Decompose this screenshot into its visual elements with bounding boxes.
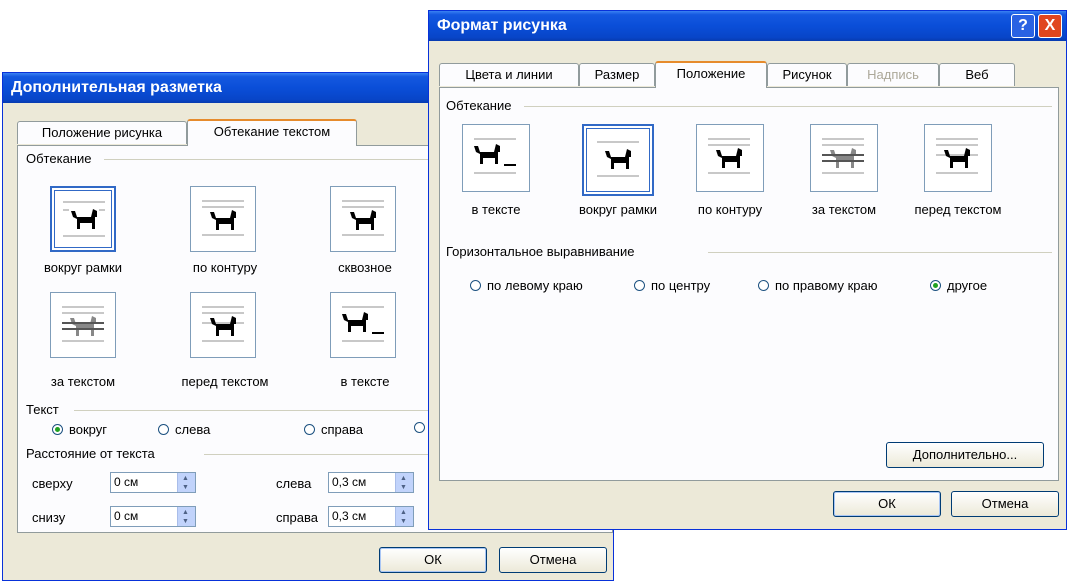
tab-textbox: Надпись [847,63,939,86]
dog-behind-icon [62,306,104,342]
tab-size[interactable]: Размер [579,63,655,86]
bottom-label: снизу [32,510,66,525]
format-wrap-group-label: Обтекание [446,98,512,113]
wrap-through-caption: сквозное [338,260,392,275]
dog-through-icon [342,200,384,236]
fmt-wrap-infront-option[interactable] [924,124,992,192]
format-ok-button[interactable]: ОК [833,491,941,517]
text-left-label: слева [175,422,211,437]
dog-infront-icon [936,138,978,174]
format-dialog-title: Формат рисунка [429,11,1066,41]
tab-text-wrapping[interactable]: Обтекание текстом [187,119,357,146]
tab-colors-lines[interactable]: Цвета и линии [439,63,579,86]
fmt-wrap-infront-caption: перед текстом [914,202,1002,217]
text-group-label: Текст [26,402,59,417]
right-spinner[interactable]: 0,3 см ▲ ▼ [328,506,414,527]
halign-center-label: по центру [651,278,711,293]
bottom-value: 0 см [114,509,139,523]
layout-cancel-button[interactable]: Отмена [499,547,607,573]
help-button[interactable]: ? [1011,14,1035,38]
fmt-wrap-behind-option[interactable] [810,124,878,192]
close-button[interactable]: X [1038,14,1062,38]
halign-left-label: по левому краю [487,278,583,293]
wrap-tight-caption: по контуру [192,260,258,275]
layout-tabs: Положение рисунка Обтекание текстом [17,119,437,146]
tab-web[interactable]: Веб [939,63,1015,86]
distance-group-label: Расстояние от текста [26,446,155,461]
halign-center-radio[interactable]: по центру [634,278,710,293]
wrap-inline-option[interactable] [330,292,396,358]
fmt-wrap-behind-caption: за текстом [811,202,877,217]
halign-right-radio[interactable]: по правому краю [758,278,877,293]
halign-left-radio[interactable]: по левому краю [470,278,583,293]
wrap-through-option[interactable] [330,186,396,252]
fmt-wrap-square-option[interactable] [582,124,654,196]
format-tabs: Цвета и линии Размер Положение Рисунок Н… [439,61,1059,88]
halign-right-label: по правому краю [775,278,878,293]
dog-tight-icon [708,138,750,174]
format-picture-dialog: Формат рисунка ? X Цвета и линии Размер … [428,10,1067,530]
wrap-infront-option[interactable] [190,292,256,358]
text-around-radio[interactable]: вокруг [52,422,107,437]
left-spinner[interactable]: 0,3 см ▲ ▼ [328,472,414,493]
wrap-behind-caption: за текстом [50,374,116,389]
fmt-wrap-inline-option[interactable] [462,124,530,192]
dog-square-icon [597,141,639,177]
wrap-square-caption: вокруг рамки [44,260,122,275]
wrap-inline-caption: в тексте [340,374,390,389]
group-divider [524,106,1052,107]
left-label: слева [276,476,312,491]
wrap-square-option[interactable] [50,186,116,252]
fmt-wrap-tight-caption: по контуру [697,202,763,217]
text-around-label: вокруг [69,422,108,437]
dog-behind-icon [822,138,864,174]
advanced-button[interactable]: Дополнительно... [886,442,1044,468]
right-label: справа [276,510,318,525]
bottom-spinner[interactable]: 0 см ▲ ▼ [110,506,196,527]
wrap-tight-option[interactable] [190,186,256,252]
tab-picture[interactable]: Рисунок [767,63,847,86]
top-spinner[interactable]: 0 см ▲ ▼ [110,472,196,493]
dog-square-icon [63,201,105,237]
text-right-radio[interactable]: справа [304,422,363,437]
dog-inline-icon [342,306,384,342]
format-panel: Обтекание в тексте вокруг рамки по конту… [439,87,1059,481]
fmt-wrap-inline-caption: в тексте [471,202,521,217]
tab-picture-position[interactable]: Положение рисунка [17,121,187,144]
text-right-label: справа [321,422,363,437]
top-value: 0 см [114,475,139,489]
fmt-wrap-tight-option[interactable] [696,124,764,192]
left-value: 0,3 см [332,475,367,489]
right-value: 0,3 см [332,509,367,523]
wrap-group-label: Обтекание [26,151,92,166]
halign-group-label: Горизонтальное выравнивание [446,244,635,259]
layout-ok-button[interactable]: ОК [379,547,487,573]
wrap-behind-option[interactable] [50,292,116,358]
tab-layout[interactable]: Положение [655,61,767,88]
halign-other-radio[interactable]: другое [930,278,987,293]
dog-infront-icon [202,306,244,342]
wrap-infront-caption: перед текстом [181,374,269,389]
format-cancel-button[interactable]: Отмена [951,491,1059,517]
dog-tight-icon [202,200,244,236]
dog-inline-icon [474,138,516,174]
text-left-radio[interactable]: слева [158,422,210,437]
top-label: сверху [32,476,73,491]
halign-other-label: другое [947,278,988,293]
group-divider [708,252,1052,253]
fmt-wrap-square-caption: вокруг рамки [579,202,657,217]
